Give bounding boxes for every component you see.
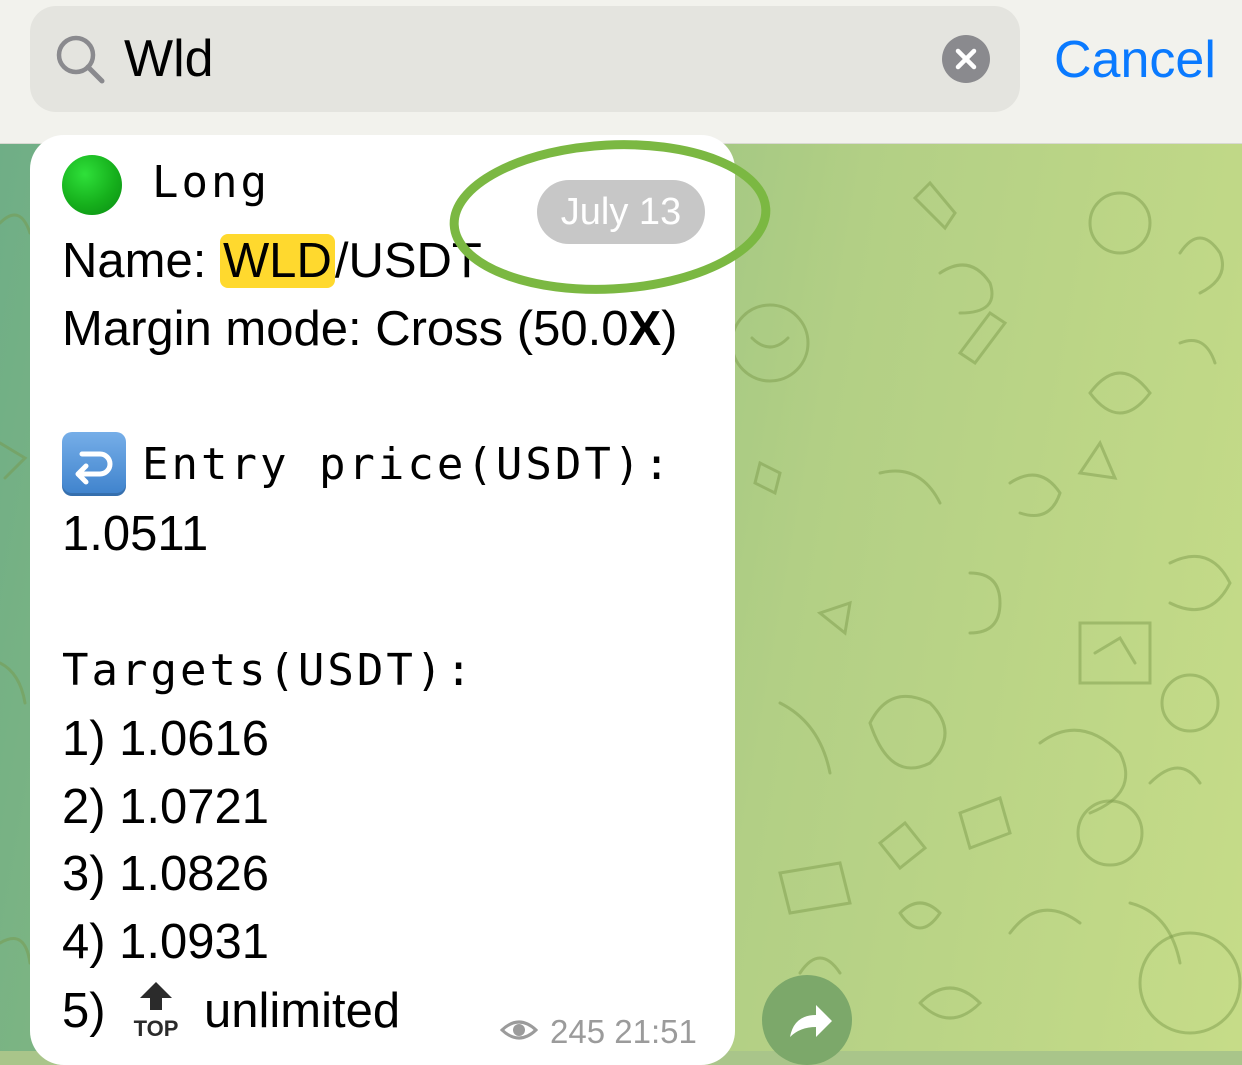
entry-price-value: 1.0511 bbox=[62, 507, 209, 561]
target-2: 2) 1.0721 bbox=[62, 780, 270, 834]
target-4: 4) 1.0931 bbox=[62, 915, 270, 969]
pair-label: Name: bbox=[62, 234, 220, 288]
direction-label: Long bbox=[152, 157, 270, 208]
svg-text:TOP: TOP bbox=[134, 1016, 179, 1040]
forward-button[interactable] bbox=[762, 975, 852, 1065]
green-circle-icon bbox=[62, 155, 122, 215]
clear-search-button[interactable] bbox=[942, 35, 990, 83]
margin-mode-line: Margin mode: Cross (50.0X) bbox=[62, 301, 677, 357]
message-time: 21:51 bbox=[614, 1013, 697, 1050]
annotation-ring bbox=[449, 140, 771, 294]
entry-price-label: Entry price(USDT): bbox=[142, 439, 673, 490]
eye-icon bbox=[500, 1020, 538, 1040]
margin-mode-text: Margin mode: Cross (50.0 bbox=[62, 302, 629, 356]
top-arrow-icon: TOP bbox=[134, 982, 179, 1040]
target-3: 3) 1.0826 bbox=[62, 847, 270, 901]
margin-leverage-x: X bbox=[628, 302, 662, 356]
view-count: 245 bbox=[550, 1013, 606, 1050]
search-input[interactable] bbox=[124, 21, 904, 97]
search-field[interactable] bbox=[30, 6, 1020, 112]
cancel-button[interactable]: Cancel bbox=[1054, 30, 1216, 90]
target-5-number: 5) bbox=[62, 984, 106, 1038]
target-5-value: unlimited bbox=[204, 984, 401, 1038]
margin-mode-close: ) bbox=[661, 302, 678, 356]
close-icon bbox=[955, 48, 977, 70]
search-bar: Cancel bbox=[0, 0, 1242, 144]
share-arrow-icon bbox=[790, 1005, 832, 1037]
target-1: 1) 1.0616 bbox=[62, 712, 270, 766]
hook-arrow-icon bbox=[62, 432, 126, 496]
search-icon bbox=[56, 35, 105, 84]
message-stats: 245 21:51 bbox=[550, 1013, 697, 1051]
targets-label: Targets(USDT): bbox=[62, 645, 475, 696]
pair-line: Name: WLD/USDT bbox=[62, 233, 482, 289]
search-highlight: WLD bbox=[219, 234, 335, 288]
